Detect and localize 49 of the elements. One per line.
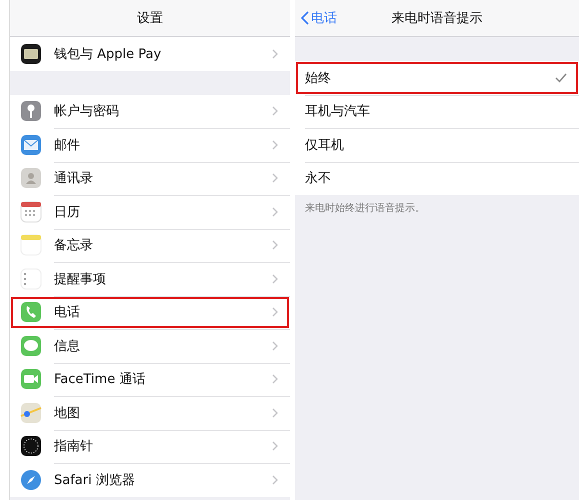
compass-icon — [20, 468, 42, 491]
chevron-icon — [272, 374, 278, 384]
settings-row[interactable]: 钱包与 Apple Pay — [10, 37, 290, 70]
screen-title: 来电时语音提示 — [392, 10, 482, 27]
phone-icon — [20, 301, 42, 324]
back-chevron-icon — [301, 11, 309, 25]
settings-row[interactable]: 信息 — [10, 329, 290, 362]
wallet-icon — [20, 42, 42, 65]
settings-row[interactable]: 通讯录 — [10, 162, 290, 195]
settings-row[interactable]: 地图 — [10, 396, 290, 430]
chevron-icon — [272, 441, 278, 452]
chevron-icon — [272, 408, 278, 418]
video-camera-icon — [20, 368, 42, 390]
settings-row[interactable]: 电话 — [10, 296, 290, 329]
list-icon — [20, 268, 42, 290]
back-button[interactable]: 电话 — [301, 0, 337, 36]
chevron-icon — [272, 340, 278, 351]
notes-icon — [20, 234, 42, 256]
chevron-icon — [272, 274, 278, 284]
checkmark-icon — [555, 72, 567, 83]
chevron-icon — [272, 106, 278, 116]
option-row[interactable]: 永不 — [295, 162, 579, 195]
chevron-icon — [272, 140, 278, 150]
chevron-icon — [272, 173, 278, 184]
settings-row[interactable]: 备忘录 — [10, 228, 290, 262]
screen-title: 设置 — [137, 10, 163, 27]
settings-row[interactable]: 指南针 — [10, 430, 290, 463]
option-row[interactable]: 始终 — [295, 61, 579, 94]
settings-row[interactable]: 邮件 — [10, 128, 290, 162]
chevron-icon — [272, 48, 278, 59]
footnote: 来电时始终进行语音提示。 — [304, 202, 426, 216]
envelope-icon — [20, 134, 42, 156]
settings-row[interactable]: 帐户与密码 — [10, 94, 290, 128]
settings-row[interactable]: 提醒事项 — [10, 262, 290, 296]
option-row[interactable]: 仅耳机 — [295, 128, 579, 162]
chevron-icon — [272, 240, 278, 250]
compass-icon — [20, 435, 42, 458]
calendar-icon — [20, 200, 42, 223]
settings-row[interactable]: FaceTime 通话 — [10, 362, 290, 396]
option-row[interactable]: 耳机与汽车 — [295, 94, 579, 128]
chevron-icon — [272, 474, 278, 485]
chevron-icon — [272, 307, 278, 318]
speech-bubble-icon — [20, 334, 42, 357]
settings-row[interactable]: Safari 浏览器 — [10, 463, 290, 496]
chevron-icon — [272, 206, 278, 217]
map-icon — [20, 402, 42, 424]
contacts-icon — [20, 167, 42, 190]
settings-row[interactable]: 日历 — [10, 195, 290, 228]
key-icon — [20, 100, 42, 122]
